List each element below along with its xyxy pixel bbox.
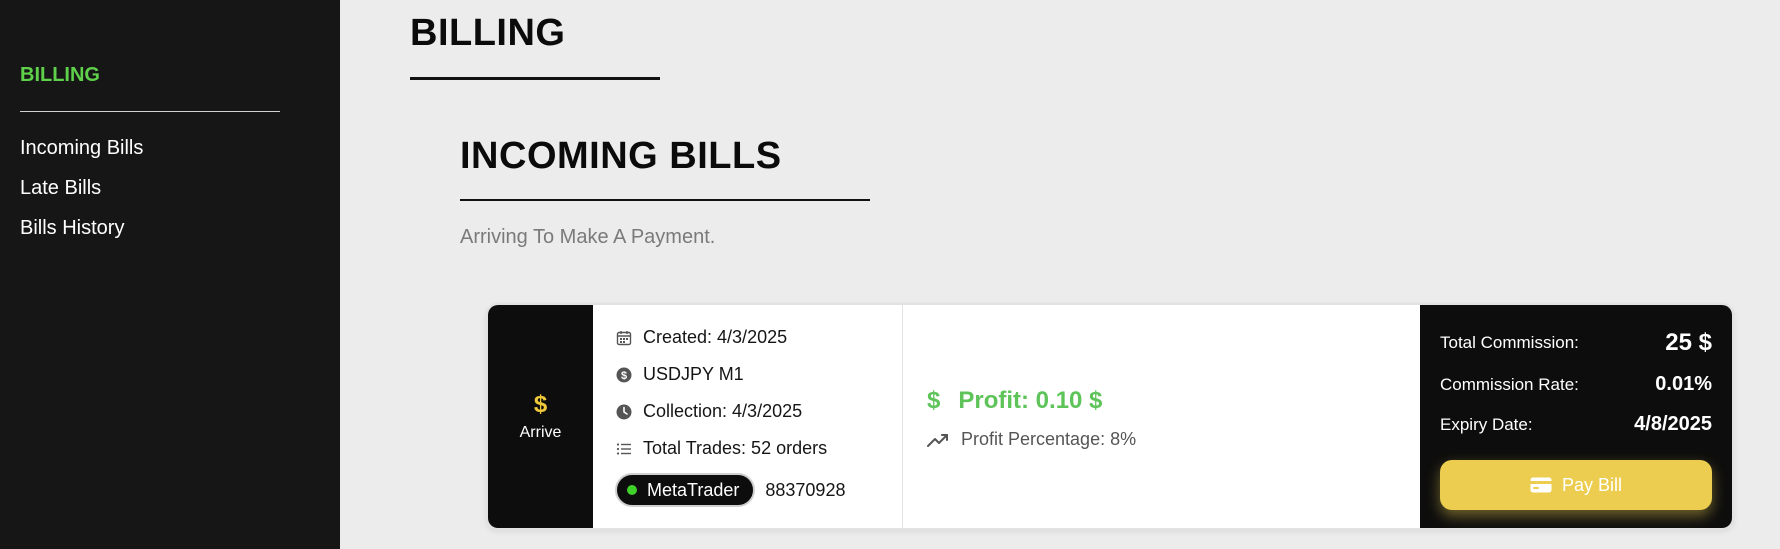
pay-bill-label: Pay Bill (1561, 474, 1623, 495)
created-date: Created: 4/3/2025 (643, 327, 788, 347)
pair-row: $ USDJPY M1 (615, 364, 744, 385)
page-title: BILLING (410, 12, 566, 54)
sidebar-item-bills-history[interactable]: Bills History (20, 216, 143, 240)
sidebar-item-incoming-bills[interactable]: Incoming Bills (20, 136, 143, 160)
section-subtitle: Arriving To Make A Payment. (460, 226, 716, 248)
dollar-icon: $ (533, 390, 548, 418)
collection-row: Collection: 4/3/2025 (615, 401, 802, 422)
section-title: INCOMING BILLS (460, 135, 782, 177)
expiry-date-value: 4/8/2025 (1634, 413, 1712, 435)
total-commission-value: 25 $ (1665, 329, 1712, 356)
profit-dollar-icon: $ (927, 387, 941, 414)
status-dot-icon (627, 485, 637, 495)
total-trades-row: Total Trades: 52 orders (615, 438, 827, 459)
commission-rate-label: Commission Rate: (1440, 374, 1579, 394)
sidebar-item-late-bills[interactable]: Late Bills (20, 176, 143, 200)
list-icon (615, 440, 633, 458)
platform-name: MetaTrader (647, 479, 740, 500)
profit-value: Profit: 0.10 $ (958, 387, 1103, 414)
profit-percentage-row: Profit Percentage: 8% (927, 429, 1136, 450)
sidebar: BILLING Incoming Bills Late Bills Bills … (0, 0, 340, 549)
pay-bill-button[interactable]: Pay Bill (1440, 460, 1712, 510)
trending-up-icon (927, 432, 949, 448)
bill-profit-panel: $ Profit: 0.10 $ Profit Percentage: 8% (903, 305, 1423, 528)
clock-icon (615, 403, 633, 421)
credit-card-icon (1530, 477, 1552, 493)
bill-info-panel: Created: 4/3/2025 $ USDJPY M1 Collection… (593, 305, 903, 528)
profit-percentage: Profit Percentage: 8% (961, 429, 1137, 449)
account-number: 88370928 (765, 479, 846, 500)
total-commission-row: Total Commission: 25 $ (1440, 329, 1712, 357)
calendar-icon (615, 329, 633, 347)
bill-commission-panel: Total Commission: 25 $ Commission Rate: … (1420, 305, 1732, 528)
bill-card: $ Arrive Created: 4/3/2025 $ USDJPY M1 C… (486, 303, 1734, 530)
commission-rate-row: Commission Rate: 0.01% (1440, 373, 1712, 396)
bill-status-label: Arrive (519, 423, 562, 441)
expiry-date-label: Expiry Date: (1440, 414, 1533, 434)
svg-text:$: $ (621, 370, 627, 382)
pair-value: USDJPY M1 (643, 364, 744, 384)
profit-row: $ Profit: 0.10 $ (927, 387, 1102, 415)
sidebar-title[interactable]: BILLING (20, 64, 100, 87)
page-title-underline (410, 77, 660, 80)
sidebar-nav: Incoming Bills Late Bills Bills History (20, 136, 143, 256)
sidebar-divider (20, 111, 280, 112)
expiry-date-row: Expiry Date: 4/8/2025 (1440, 413, 1712, 436)
section-title-underline (460, 199, 870, 201)
commission-rate-value: 0.01% (1655, 373, 1712, 395)
platform-badge[interactable]: MetaTrader (615, 473, 756, 507)
total-trades: Total Trades: 52 orders (643, 438, 828, 458)
collection-date: Collection: 4/3/2025 (643, 401, 803, 421)
bill-status-panel: $ Arrive (488, 305, 593, 528)
dollar-circle-icon: $ (615, 366, 633, 384)
created-row: Created: 4/3/2025 (615, 327, 787, 348)
total-commission-label: Total Commission: (1440, 333, 1579, 352)
platform-row: MetaTrader 88370928 (615, 473, 845, 507)
